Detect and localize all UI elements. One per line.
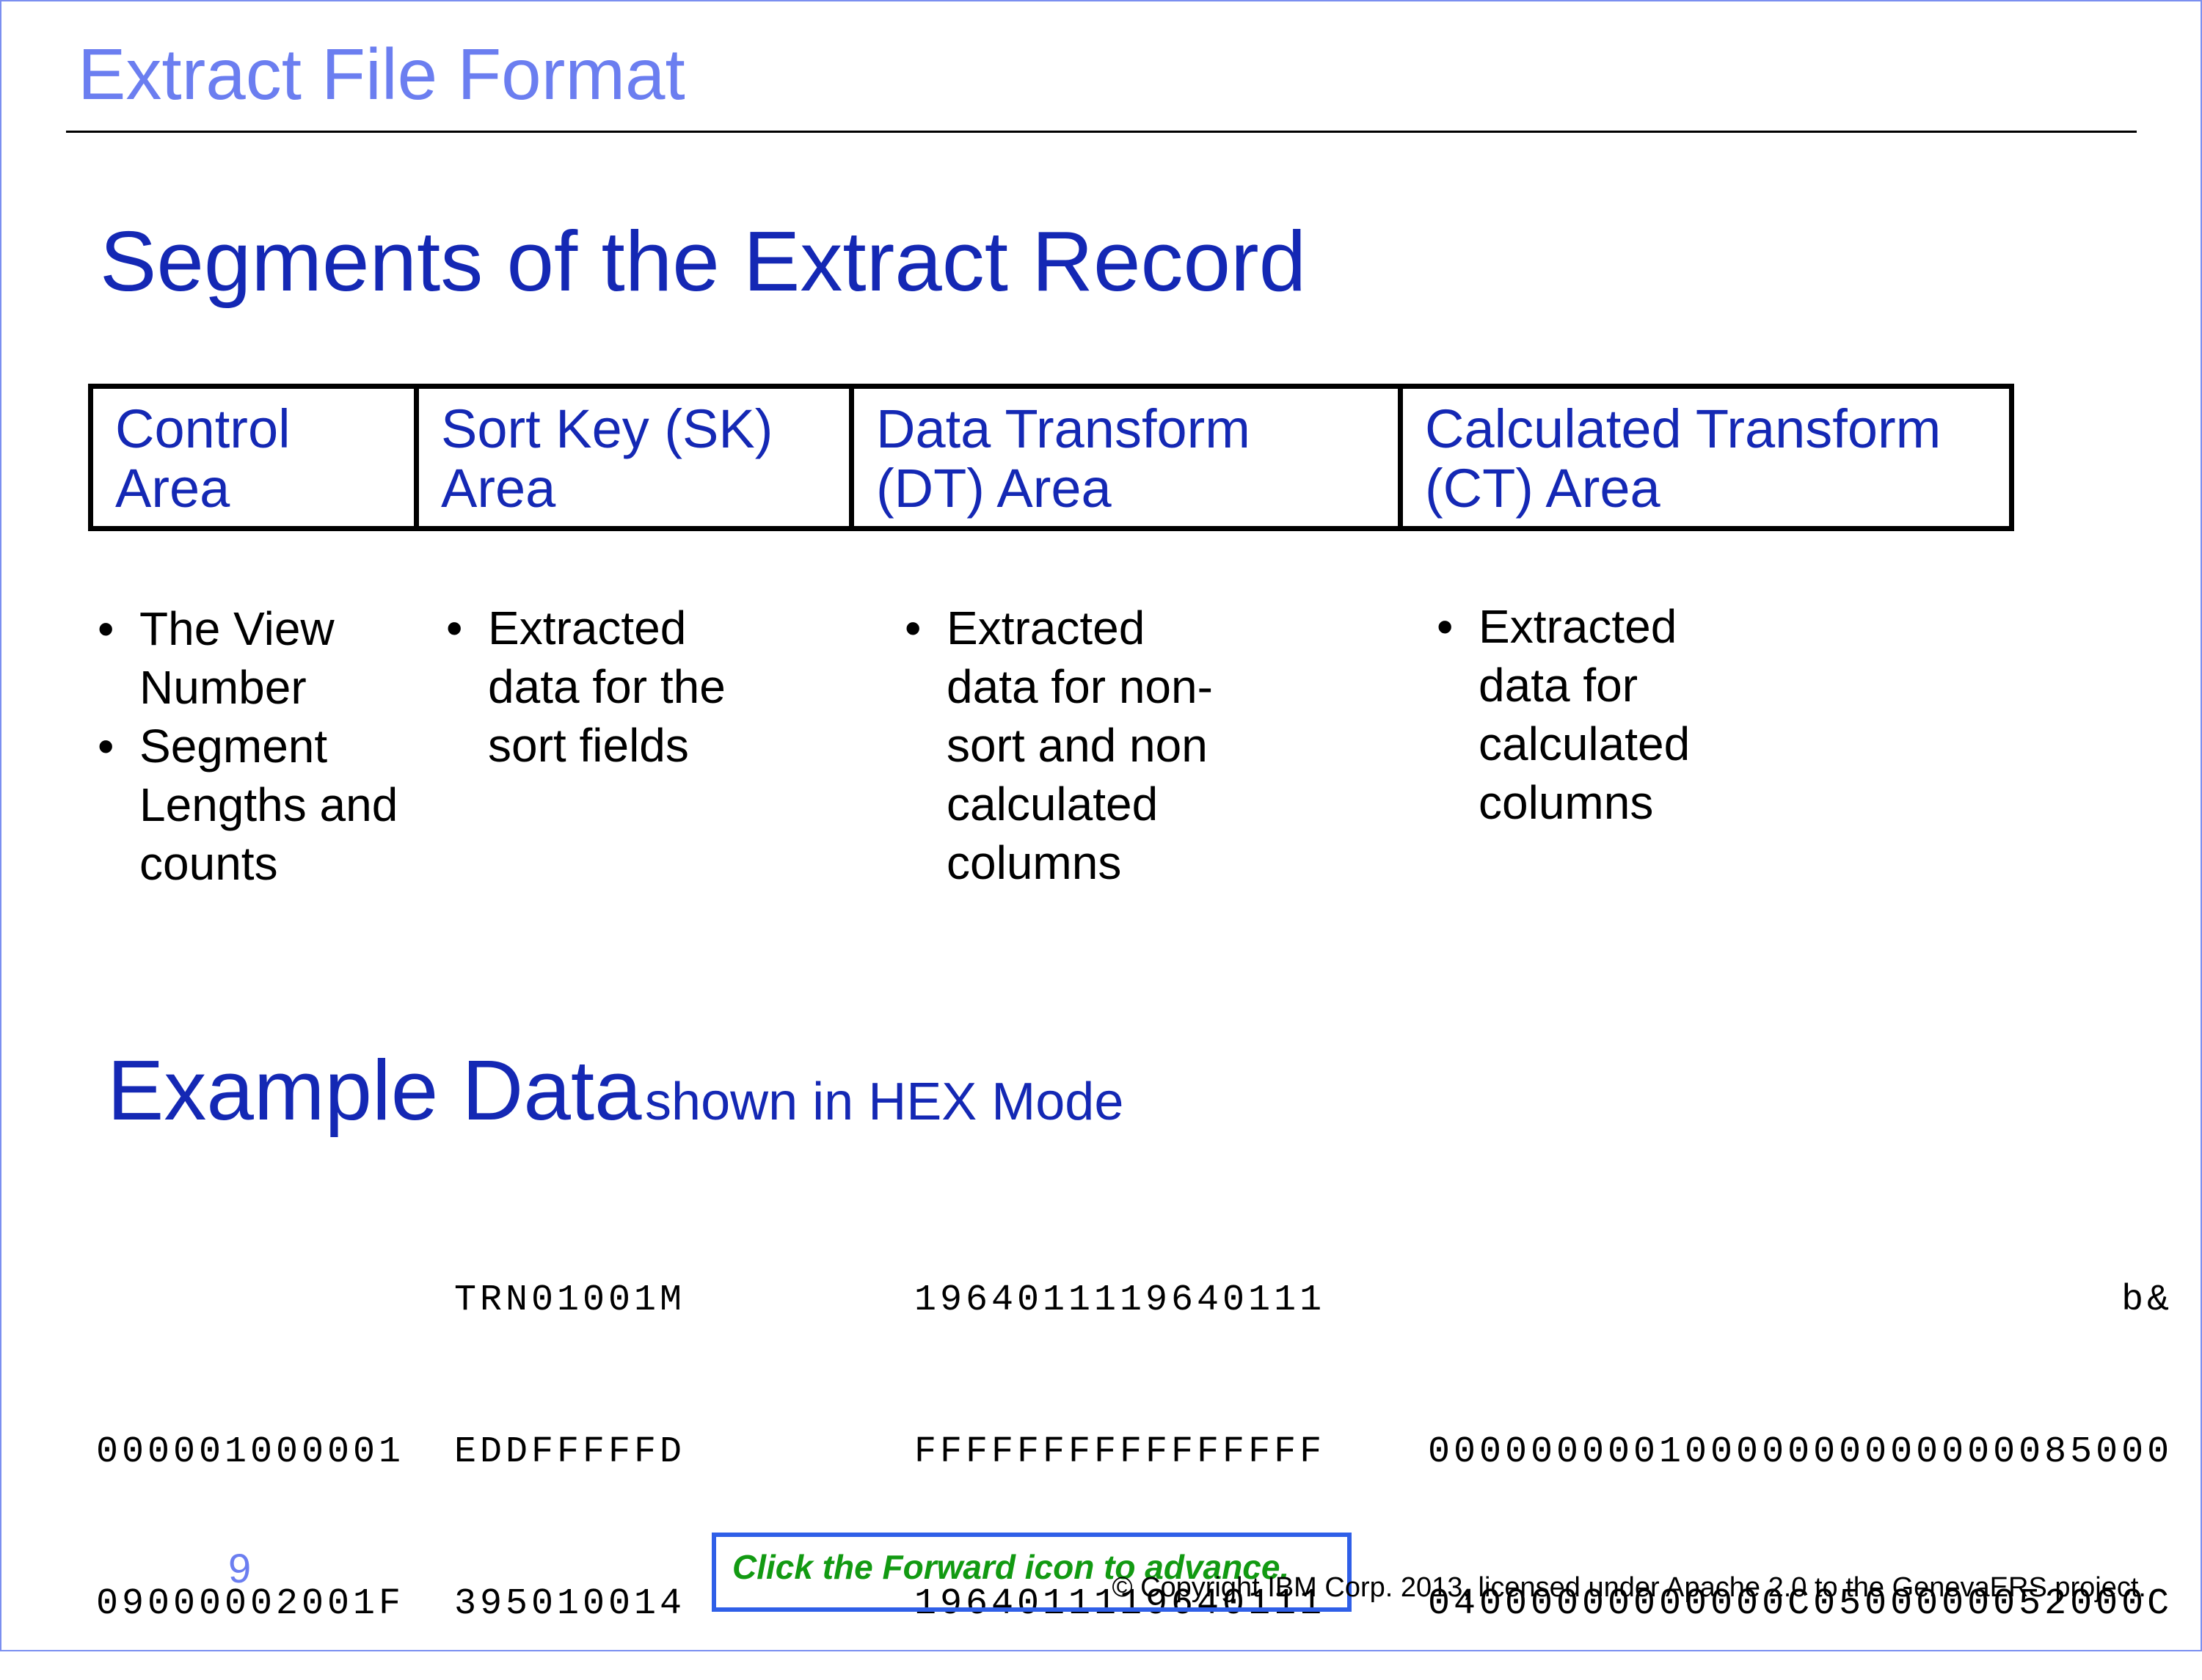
example-subtitle: shown in HEX Mode [645, 1073, 1124, 1131]
hex-row: b& [2121, 1279, 2173, 1321]
bullet-line: counts [139, 837, 278, 890]
data-transform-bullets: Extracted data for non- sort and non cal… [905, 599, 1213, 892]
example-data-heading: Example Data shown in HEX Mode [107, 1048, 1123, 1133]
hex-row: TRN01001M [454, 1279, 686, 1321]
hex-calculated-column: b& 00000000010000000000000085000 0400000… [1428, 1174, 2173, 1680]
bullet-line: sort fields [488, 719, 689, 772]
bullet-line: Number [139, 661, 307, 714]
bullet-line: Extracted [1479, 600, 1677, 653]
segments-heading: Segments of the Extract Record [100, 213, 1307, 309]
hex-row: 00000000010000000000000085000 [1428, 1431, 2173, 1473]
control-area-bullets: The View Number Segment Lengths and coun… [98, 599, 398, 893]
bullet-line: data for non- [947, 660, 1213, 713]
segment-calculated-transform-area: Calculated Transform (CT) Area [1398, 389, 2009, 526]
example-title: Example Data [107, 1042, 642, 1138]
segment-data-transform-area: Data Transform (DT) Area [849, 389, 1398, 526]
hex-row: 395010014 [454, 1583, 686, 1625]
extract-record-segments: Control Area Sort Key (SK) Area Data Tra… [88, 384, 2014, 531]
bullet-line: calculated [947, 778, 1159, 830]
segment-control-area: Control Area [93, 389, 414, 526]
bullet-item: Extracted data for non- sort and non cal… [905, 599, 1213, 892]
hex-row [96, 1275, 404, 1326]
bullet-line: Lengths and [139, 778, 398, 831]
bullet-item: The View Number [98, 599, 398, 717]
hex-row: EDDFFFFFD [454, 1431, 686, 1473]
bullet-line: Segment [139, 720, 328, 773]
segment-label-line: Calculated Transform [1425, 398, 1942, 459]
segment-label-line: Control [115, 398, 291, 459]
bullet-line: Extracted [947, 602, 1145, 654]
hex-row: FFFFFFFFFFFFFFFF [914, 1431, 1326, 1473]
calculated-transform-bullets: Extracted data for calculated columns [1437, 597, 1690, 832]
bullet-line: The View [139, 602, 335, 655]
title-divider [66, 131, 2137, 133]
segment-label-line: (CT) Area [1425, 458, 1660, 519]
segment-label-line: Area [441, 458, 556, 519]
bullet-item: Extracted data for calculated columns [1437, 597, 1690, 832]
sort-key-bullets: Extracted data for the sort fields [446, 599, 726, 775]
bullet-line: sort and non [947, 719, 1208, 772]
bullet-item: Segment Lengths and counts [98, 717, 398, 893]
bullet-item: Extracted data for the sort fields [446, 599, 726, 775]
segment-label-line: Area [115, 458, 230, 519]
bullet-line: columns [947, 836, 1122, 889]
bullet-line: data for the [488, 660, 726, 713]
page-number: 9 [228, 1545, 252, 1591]
segment-sort-key-area: Sort Key (SK) Area [414, 389, 849, 526]
hex-row: 000001000001 [96, 1431, 405, 1473]
slide-title: Extract File Format [78, 34, 685, 114]
segment-label-line: Sort Key (SK) [441, 398, 773, 459]
copyright-notice: © Copyright IBM Corp. 2013, licensed und… [1112, 1572, 2146, 1603]
segment-label-line: (DT) Area [876, 458, 1112, 519]
bullet-line: Extracted [488, 602, 687, 654]
hex-row: 1964011119640111 [914, 1279, 1326, 1321]
bullet-line: data for [1479, 659, 1638, 712]
bullet-line: calculated [1479, 717, 1691, 770]
hex-control-column: 000001000001 09000002001F [96, 1174, 404, 1680]
bullet-line: columns [1479, 776, 1654, 829]
hex-sort-key-column: TRN01001M EDDFFFFFD 395010014 [454, 1174, 685, 1680]
segment-label-line: Data Transform [876, 398, 1250, 459]
